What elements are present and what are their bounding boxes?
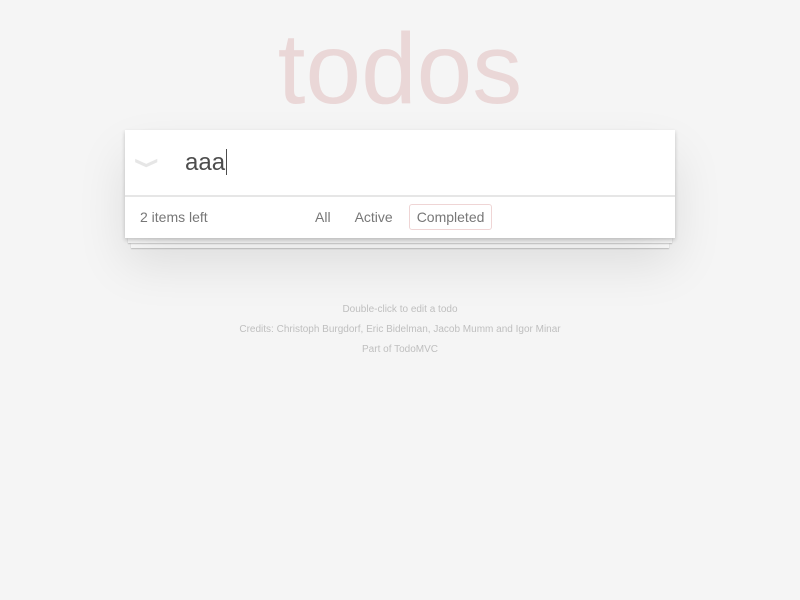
app-title: todos: [277, 13, 523, 125]
chevron-down-icon[interactable]: ❯: [133, 147, 163, 179]
filter-active[interactable]: Active: [347, 204, 401, 230]
todo-count: 2 items left: [140, 209, 208, 225]
todo-footer: 2 items left All Active Completed: [125, 196, 675, 239]
edit-hint: Double-click to edit a todo: [342, 304, 458, 315]
part-of-prefix: Part of: [362, 344, 395, 355]
credits-names-link[interactable]: Christoph Burgdorf, Eric Bidelman, Jacob…: [277, 324, 494, 335]
filter-completed[interactable]: Completed: [408, 204, 493, 230]
new-todo-value: aaa: [185, 149, 226, 176]
credits: Credits: Christoph Burgdorf, Eric Bidelm…: [0, 320, 800, 340]
text-caret: [226, 149, 228, 175]
part-of: Part of TodoMVC: [0, 340, 800, 360]
stack-shadow-2: [131, 243, 669, 248]
credits-last-link[interactable]: Igor Minar: [516, 324, 561, 335]
info-footer: Double-click to edit a todo Credits: Chr…: [0, 300, 800, 360]
credits-prefix: Credits:: [239, 324, 277, 335]
new-todo-row: ❯ aaa: [125, 130, 675, 196]
filters: All Active Completed: [307, 204, 493, 230]
todomvc-link[interactable]: TodoMVC: [394, 344, 438, 355]
filter-all[interactable]: All: [307, 204, 339, 230]
credits-and: and: [493, 324, 516, 335]
todo-app: ❯ aaa 2 items left All Active Completed: [125, 130, 675, 238]
new-todo-input[interactable]: aaa: [185, 143, 655, 183]
